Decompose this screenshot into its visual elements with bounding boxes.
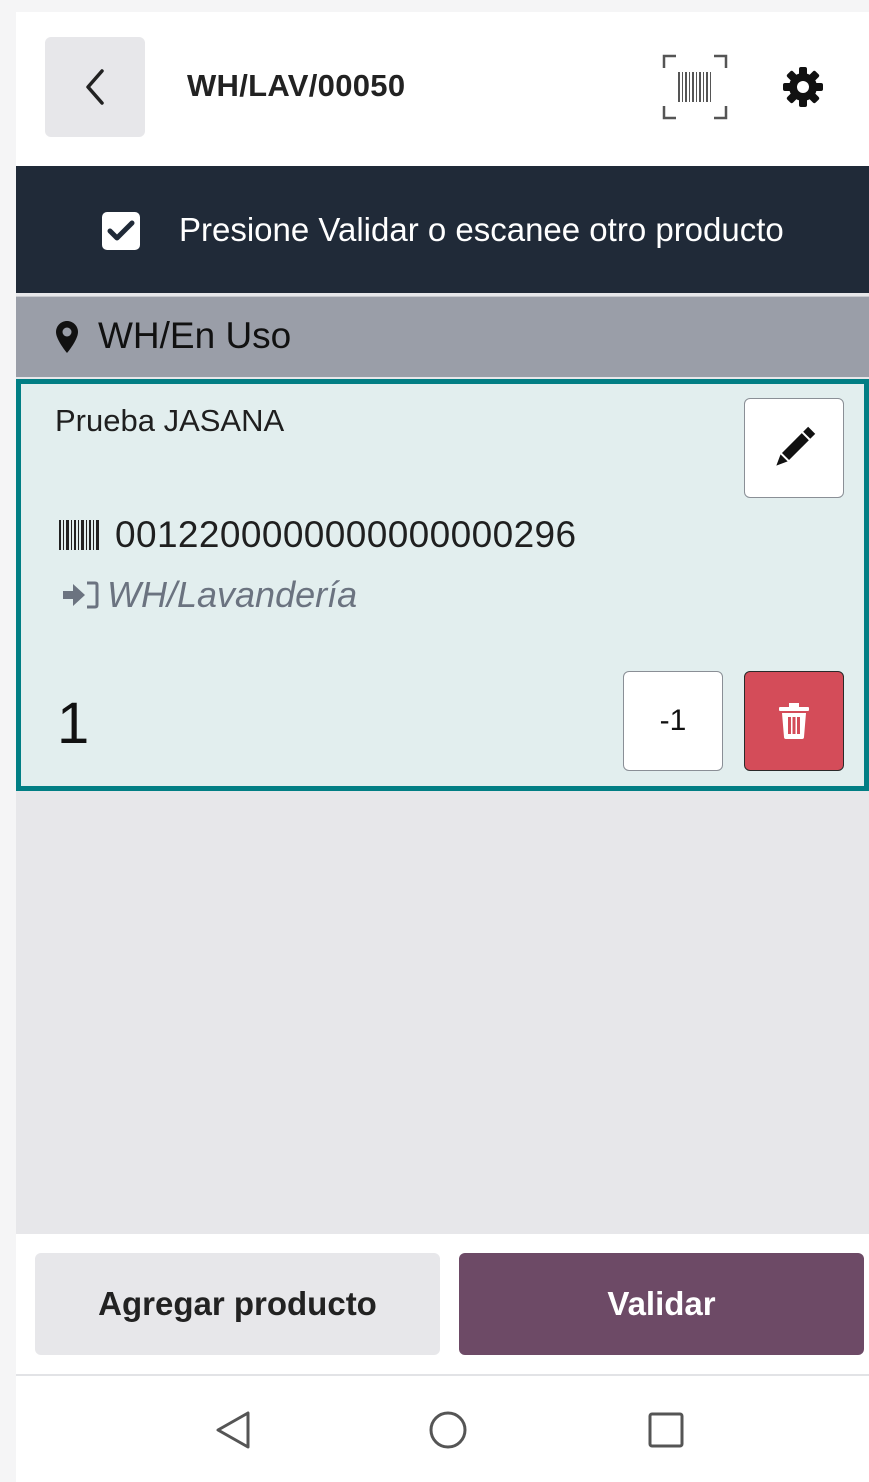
add-product-button[interactable]: Agregar producto xyxy=(35,1253,440,1355)
back-button[interactable] xyxy=(45,37,145,137)
header: WH/LAV/00050 xyxy=(16,12,869,166)
location-header: WH/En Uso xyxy=(16,296,869,377)
decrement-button[interactable]: -1 xyxy=(623,671,723,771)
android-navigation-bar xyxy=(16,1376,869,1482)
chevron-left-icon xyxy=(86,69,104,105)
validate-button[interactable]: Validar xyxy=(459,1253,864,1355)
edit-button[interactable] xyxy=(744,398,844,498)
map-marker-icon xyxy=(56,321,78,353)
pencil-icon xyxy=(776,426,816,466)
action-footer: Agregar producto Validar xyxy=(16,1234,869,1376)
barcode-row: 0012200000000000000296 xyxy=(59,514,577,556)
nav-back-icon[interactable] xyxy=(214,1410,254,1450)
delete-button[interactable] xyxy=(744,671,844,771)
destination-row: WH/Lavandería xyxy=(63,574,357,616)
check-square-icon xyxy=(102,212,140,250)
gear-icon[interactable] xyxy=(782,66,824,108)
destination-location: WH/Lavandería xyxy=(107,574,358,615)
nav-recent-apps-icon[interactable] xyxy=(648,1412,684,1448)
trash-icon xyxy=(779,703,809,739)
quantity-value: 1 xyxy=(57,691,90,756)
barcode-app: WH/LAV/00050 Presione Validar o escanee … xyxy=(16,12,869,1482)
nav-home-icon[interactable] xyxy=(428,1410,468,1450)
banner-message: Presione Validar o escanee otro producto xyxy=(179,211,784,248)
location-name: WH/En Uso xyxy=(98,315,292,356)
product-barcode: 0012200000000000000296 xyxy=(115,514,577,555)
product-name: Prueba JASANA xyxy=(55,403,285,438)
barcode-icon xyxy=(59,520,99,550)
barcode-scan-icon[interactable] xyxy=(662,54,728,120)
sign-in-icon xyxy=(63,581,99,609)
status-banner: Presione Validar o escanee otro producto xyxy=(16,166,869,293)
page-title: WH/LAV/00050 xyxy=(187,68,406,103)
move-line-card[interactable]: Prueba JASANA 0012200000000000000296 WH/… xyxy=(16,379,869,791)
